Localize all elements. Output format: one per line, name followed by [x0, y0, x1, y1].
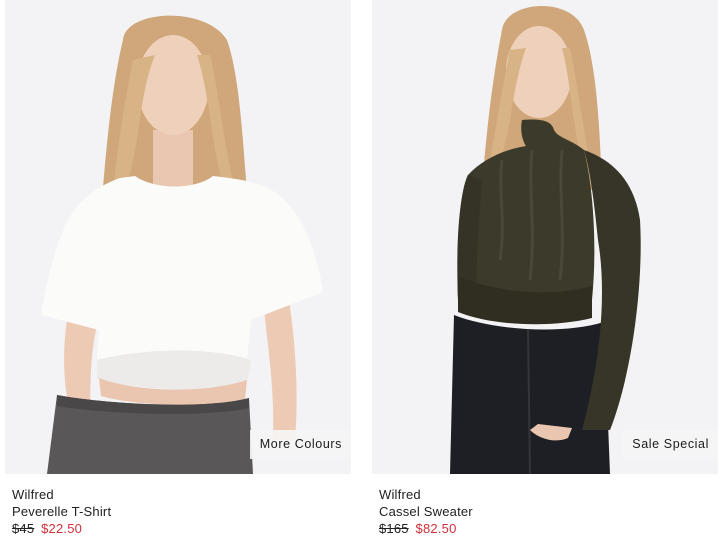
product-name[interactable]: Cassel Sweater: [379, 503, 718, 520]
product-price: $165 $82.50: [379, 520, 718, 537]
product-brand[interactable]: Wilfred: [12, 486, 351, 503]
original-price: $165: [379, 521, 409, 536]
original-price: $45: [12, 521, 35, 536]
product-photo-sweater: [372, 0, 718, 474]
product-info: Wilfred Cassel Sweater $165 $82.50: [372, 474, 718, 537]
product-info: Wilfred Peverelle T-Shirt $45 $22.50: [5, 474, 351, 537]
product-card[interactable]: More Colours Wilfred Peverelle T-Shirt $…: [5, 0, 351, 542]
product-image-link[interactable]: Sale Special: [372, 0, 718, 474]
product-grid: More Colours Wilfred Peverelle T-Shirt $…: [0, 0, 721, 542]
product-name[interactable]: Peverelle T-Shirt: [12, 503, 351, 520]
sale-price: $22.50: [41, 521, 83, 536]
product-card[interactable]: Sale Special Wilfred Cassel Sweater $165…: [372, 0, 718, 542]
product-price: $45 $22.50: [12, 520, 351, 537]
product-photo-tshirt: [5, 0, 351, 474]
product-brand[interactable]: Wilfred: [379, 486, 718, 503]
product-badge: Sale Special: [622, 430, 718, 459]
sale-price: $82.50: [415, 521, 457, 536]
product-badge: More Colours: [249, 430, 351, 459]
product-image-link[interactable]: More Colours: [5, 0, 351, 474]
